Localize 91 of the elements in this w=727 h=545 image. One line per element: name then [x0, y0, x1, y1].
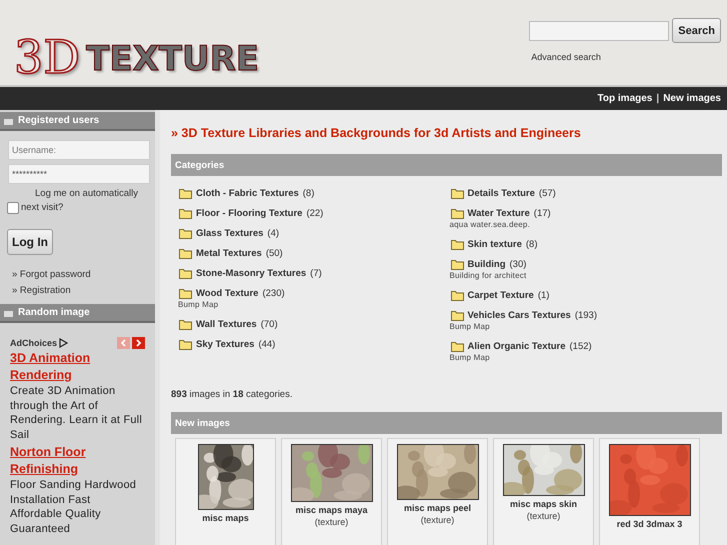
category-count: (7) — [310, 268, 322, 278]
logo-prefix[interactable]: 3D — [14, 29, 80, 85]
category-link[interactable]: Vehicles Cars Textures — [468, 310, 571, 320]
image-card[interactable]: red 3d 3dmax 3 — [599, 438, 700, 545]
category-count: (193) — [574, 310, 598, 320]
category-link[interactable]: Alien Organic Texture — [468, 340, 566, 352]
section-header: Random image — [0, 304, 155, 323]
ad-title-link[interactable]: Norton Floor Refinishing — [10, 444, 145, 478]
category-description: aqua water.sea.deep. — [450, 220, 532, 229]
category-link[interactable]: Skin texture — [468, 238, 522, 250]
adchoices-icon[interactable] — [59, 338, 68, 348]
image-title: misc maps peel — [404, 503, 472, 513]
category-count: (1) — [538, 290, 550, 300]
folder-icon — [450, 258, 464, 270]
remember-label: Log me on automatically next visit? — [21, 187, 139, 215]
image-title: misc maps skin — [510, 499, 578, 509]
category-count: (8) — [526, 238, 538, 250]
login-button[interactable]: Log In — [7, 229, 53, 255]
sidebar-link[interactable]: » Forgot password — [12, 269, 155, 280]
logo-word[interactable]: TEXTURE — [86, 39, 259, 79]
folder-icon — [179, 288, 192, 298]
remember-checkbox[interactable] — [7, 202, 19, 214]
folder-icon — [450, 310, 464, 320]
ad-text: Create 3D Animation through the Art of Rendering. Learn it at Full Sail — [10, 384, 143, 442]
image-title: red 3d 3dmax 3 — [616, 519, 682, 529]
image-subtitle: (texture) — [526, 511, 560, 521]
search-button[interactable]: Search — [672, 18, 721, 43]
image-card[interactable]: misc maps maya (texture) — [281, 438, 382, 545]
category-link[interactable]: Wood Texture — [196, 288, 258, 298]
folder-icon — [450, 238, 464, 250]
category-link[interactable]: Metal Textures — [196, 248, 262, 258]
sidebar-link[interactable]: » Registration — [12, 285, 155, 296]
image-card[interactable]: misc maps skin (texture) — [493, 438, 594, 545]
folder-icon — [179, 208, 192, 218]
section-header: Categories — [171, 154, 722, 176]
ad-text: Floor Sanding Hardwood Installation Fast Affordable Quality Guaranteed — [10, 478, 138, 536]
folder-icon — [450, 290, 464, 300]
nav-separator: | — [656, 93, 660, 104]
category-link[interactable]: Stone-Masonry Textures — [196, 268, 306, 278]
nav-link[interactable]: Top images — [598, 93, 652, 104]
advanced-search-link[interactable]: Advanced search — [531, 52, 601, 62]
folder-icon — [179, 188, 192, 198]
folder-icon — [179, 248, 192, 258]
image-title: misc maps maya — [295, 505, 368, 515]
adchoices-link[interactable]: AdChoices — [10, 338, 68, 348]
category-count: (30) — [510, 258, 526, 270]
image-stats: 893 images in 18 categories. — [171, 389, 294, 400]
category-count: (50) — [266, 248, 283, 258]
page-heading: » 3D Texture Libraries and Backgrounds for 3d Artists and Engineers — [171, 126, 582, 140]
category-count: (17) — [534, 208, 551, 218]
password-field[interactable]: ********** — [8, 164, 150, 184]
category-count: (57) — [538, 188, 556, 198]
category-count: (4) — [267, 228, 280, 238]
search-field[interactable] — [529, 20, 670, 40]
image-card[interactable]: misc maps peel (texture) — [387, 438, 488, 545]
section-header: Registered users — [0, 112, 155, 131]
ad-title-link[interactable]: 3D Animation Rendering — [10, 350, 145, 384]
folder-icon — [179, 268, 192, 278]
category-link[interactable]: Floor - Flooring Texture — [196, 208, 302, 218]
category-link[interactable]: Building — [468, 258, 506, 270]
category-description: Bump Map — [450, 322, 491, 331]
category-count: (152) — [570, 340, 592, 352]
section-header: New images — [171, 412, 722, 434]
image-subtitle: (texture) — [314, 517, 348, 527]
folder-icon — [179, 318, 192, 330]
category-description: Bump Map — [450, 353, 491, 362]
image-card[interactable]: misc maps — [175, 438, 276, 545]
folder-icon — [450, 188, 464, 198]
category-link[interactable]: Sky Textures — [196, 338, 254, 350]
category-count: (8) — [302, 188, 314, 198]
category-link[interactable]: Glass Textures — [196, 228, 264, 238]
username-field[interactable]: Username: — [8, 140, 150, 160]
category-link[interactable]: Carpet Texture — [468, 290, 534, 300]
folder-icon — [450, 208, 464, 218]
category-description: Building for architect — [450, 271, 528, 280]
category-description: Bump Map — [178, 300, 220, 309]
next-icon[interactable] — [132, 337, 145, 349]
image-subtitle: (texture) — [420, 515, 454, 525]
folder-icon — [179, 338, 192, 350]
folder-icon — [179, 228, 192, 238]
category-count: (70) — [260, 318, 278, 330]
nav-link[interactable]: New images — [663, 93, 721, 104]
image-title: misc maps — [202, 513, 249, 523]
category-count: (44) — [258, 338, 276, 350]
category-link[interactable]: Cloth - Fabric Textures — [196, 188, 299, 198]
category-link[interactable]: Details Texture — [468, 188, 535, 198]
category-link[interactable]: Water Texture — [468, 208, 530, 218]
folder-icon — [450, 340, 464, 352]
category-count: (230) — [262, 288, 285, 298]
category-link[interactable]: Wall Textures — [196, 318, 257, 330]
category-count: (22) — [306, 208, 324, 218]
